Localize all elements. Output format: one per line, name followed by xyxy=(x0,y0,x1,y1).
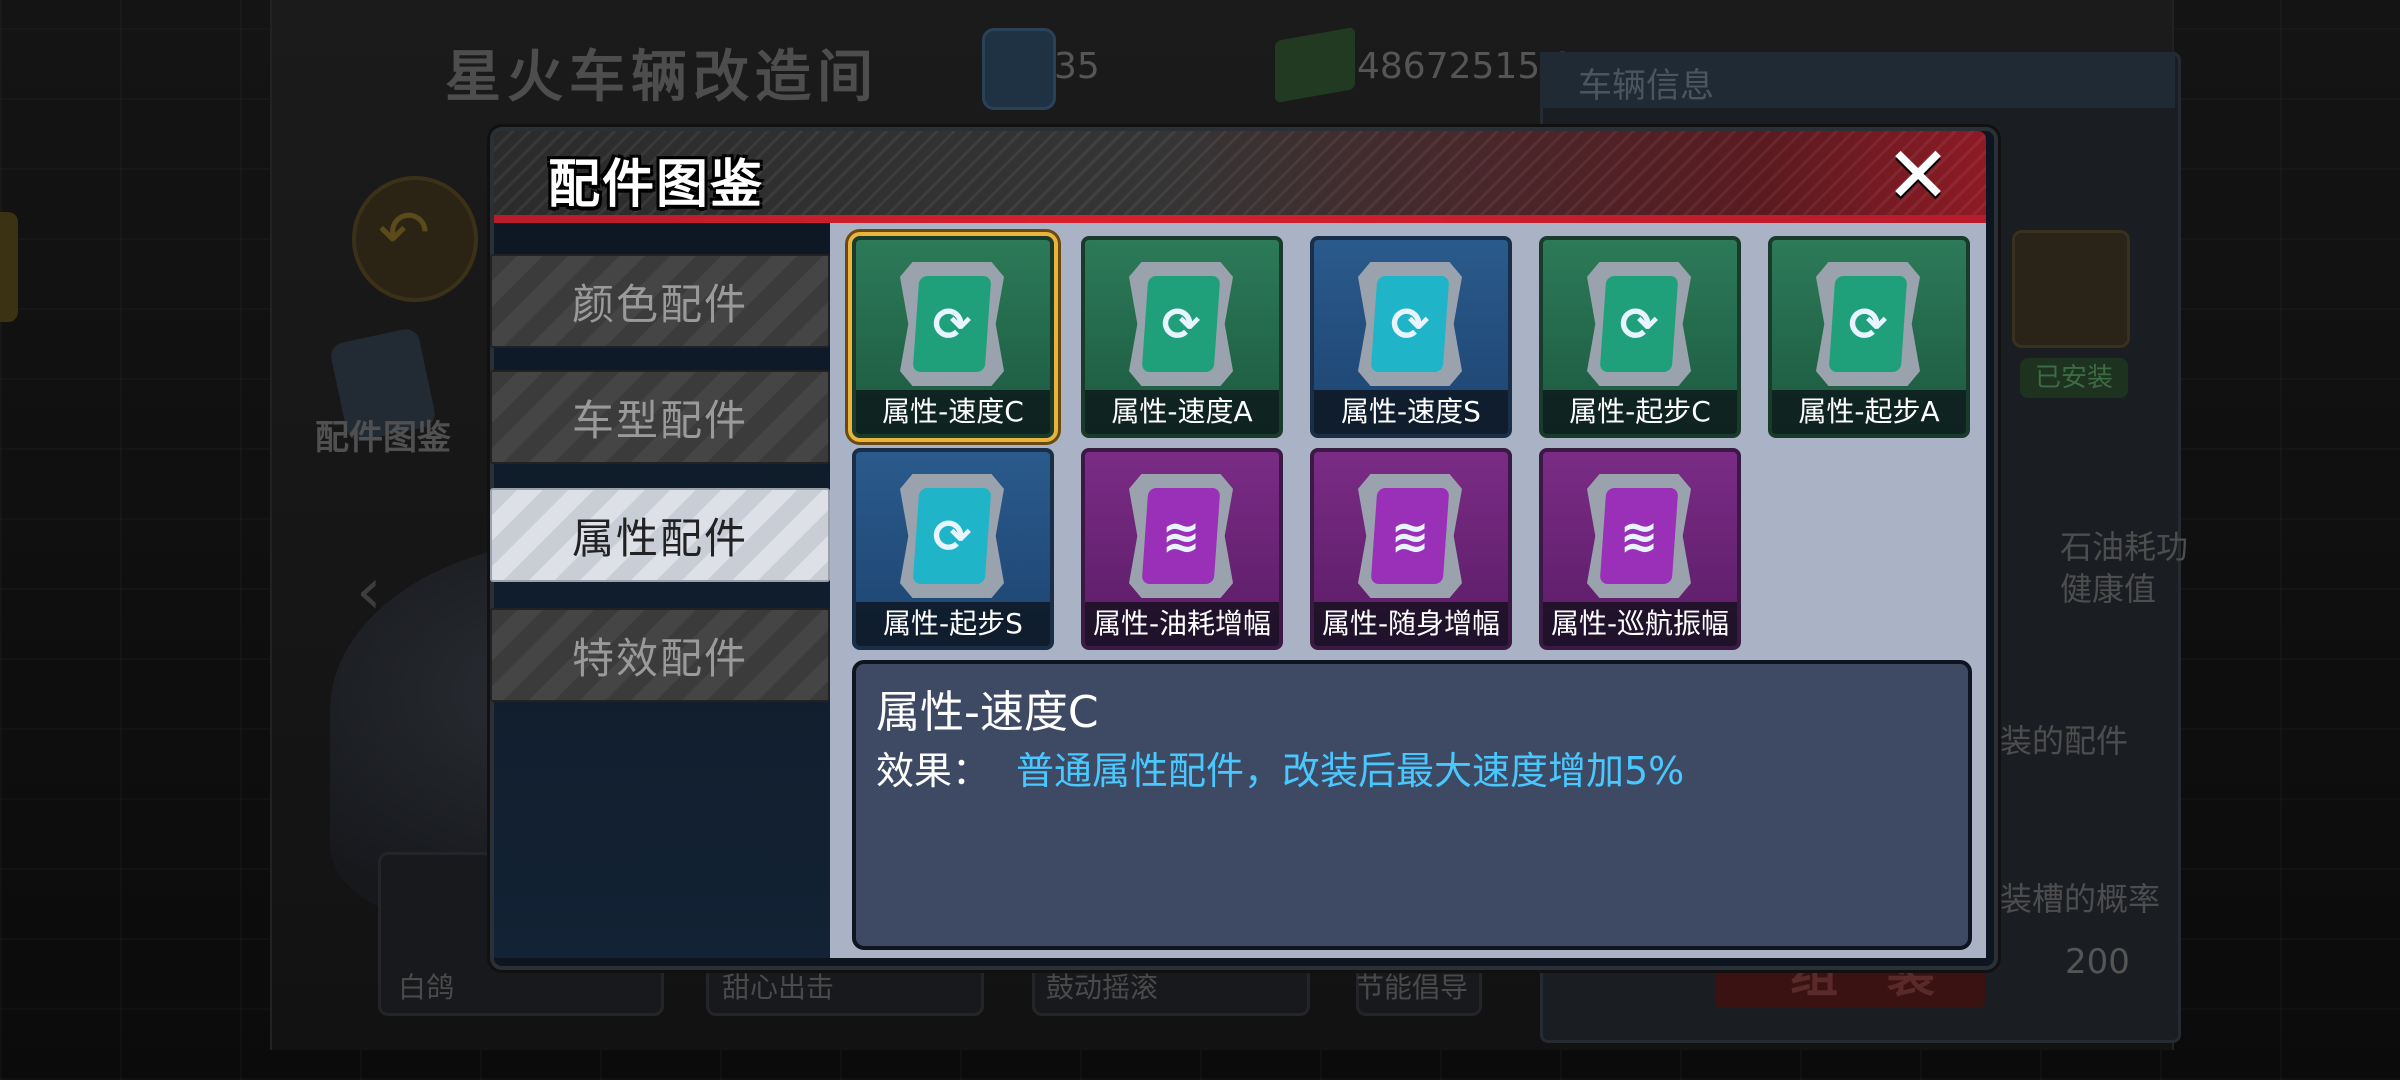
part-label: 属性-起步A xyxy=(1772,390,1966,434)
boost-icon: ≋ xyxy=(1390,509,1430,563)
part-label: 属性-油耗增幅 xyxy=(1085,602,1279,646)
part-item[interactable]: ≋ 属性-巡航振幅 xyxy=(1539,448,1741,650)
speed-icon: ⟳ xyxy=(1390,297,1430,351)
assemble-cost: 200 xyxy=(2065,942,2130,982)
screen-title: 星火车辆改造间 xyxy=(445,45,879,110)
speed-icon: ⟳ xyxy=(932,297,972,351)
left-edge-badge xyxy=(0,212,18,322)
part-label: 属性-速度S xyxy=(1314,390,1508,434)
installed-badge: 已安装 xyxy=(2020,358,2128,398)
part-label: 属性-速度C xyxy=(856,390,1050,434)
detail-effect-text: 普通属性配件，改装后最大速度增加5% xyxy=(1016,749,1685,793)
part-item[interactable]: ⟳ 属性-速度A xyxy=(1081,236,1283,438)
lock-count: 35 xyxy=(1054,46,1100,87)
part-item[interactable]: ⟳ 属性-起步A xyxy=(1768,236,1970,438)
part-label: 属性-随身增幅 xyxy=(1314,602,1508,646)
panel-text: 装的配件 xyxy=(2000,722,2129,760)
part-item[interactable]: ⟳ 属性-速度S xyxy=(1310,236,1512,438)
detail-part-name: 属性-速度C xyxy=(876,687,1099,738)
panel-text: 装槽的概率 xyxy=(2000,880,2161,918)
close-icon[interactable]: ✕ xyxy=(1882,137,1954,215)
vehicle-info-title: 车辆信息 xyxy=(1578,66,1714,106)
tab-color-parts[interactable]: 颜色配件 xyxy=(490,254,830,348)
part-item[interactable]: ⟳ 属性-起步S xyxy=(852,448,1054,650)
tab-attribute-parts[interactable]: 属性配件 xyxy=(490,488,830,582)
part-label: 属性-起步C xyxy=(1543,390,1737,434)
part-label: 属性-起步S xyxy=(856,602,1050,646)
start-icon: ⟳ xyxy=(932,509,972,563)
boost-icon: ≋ xyxy=(1161,509,1201,563)
part-item[interactable]: ≋ 属性-油耗增幅 xyxy=(1081,448,1283,650)
start-icon: ⟳ xyxy=(1619,297,1659,351)
modal-title: 配件图鉴 xyxy=(548,155,765,215)
part-label: 属性-巡航振幅 xyxy=(1543,602,1737,646)
part-item[interactable]: ⟳ 属性-起步C xyxy=(1539,236,1741,438)
lock-icon xyxy=(982,28,1056,110)
panel-text: 石油耗功 xyxy=(2060,528,2189,566)
book-label: 配件图鉴 xyxy=(315,418,451,458)
panel-text: 健康值 xyxy=(2060,570,2157,608)
detail-effect-label: 效果： xyxy=(876,749,991,793)
car-card-label: 节能倡导 xyxy=(1356,971,1469,1004)
start-icon: ⟳ xyxy=(1848,297,1888,351)
part-item[interactable]: ⟳ 属性-速度C xyxy=(852,236,1054,438)
boost-icon: ≋ xyxy=(1619,509,1659,563)
part-label: 属性-速度A xyxy=(1085,390,1279,434)
tab-model-parts[interactable]: 车型配件 xyxy=(490,370,830,464)
car-card-label: 鼓动摇滚 xyxy=(1046,971,1159,1004)
car-card-label: 甜心出击 xyxy=(722,971,835,1004)
speed-icon: ⟳ xyxy=(1161,297,1201,351)
installed-part-slot xyxy=(2012,230,2130,348)
part-item[interactable]: ≋ 属性-随身增幅 xyxy=(1310,448,1512,650)
tab-effect-parts[interactable]: 特效配件 xyxy=(490,608,830,702)
back-arrow-icon: ↶ xyxy=(378,196,430,269)
car-card-label: 白鸽 xyxy=(398,971,455,1004)
